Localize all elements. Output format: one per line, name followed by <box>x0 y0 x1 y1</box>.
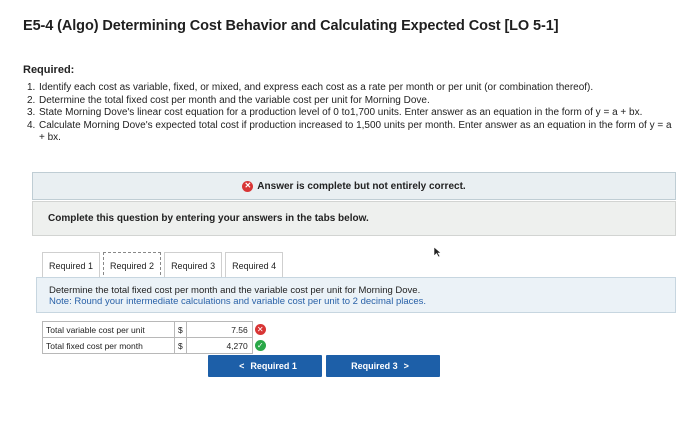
incorrect-icon: ✕ <box>242 180 254 192</box>
requirement-item: 1. Identify each cost as variable, fixed,… <box>27 82 594 93</box>
table-row: Total fixed cost per month $ 4,270 ✓ <box>42 337 271 354</box>
answer-table: Total variable cost per unit $ 7.56 ✕ To… <box>42 321 271 354</box>
requirement-item: 2. Determine the total fixed cost per mon… <box>27 94 430 106</box>
tab-required-2[interactable]: Required 2 <box>103 252 162 280</box>
chevron-left-icon: < <box>239 361 245 371</box>
question-text: Determine the total fixed cost per month… <box>49 285 421 296</box>
tab-required-3[interactable]: Required 3 <box>164 252 223 280</box>
requirements-list: 1. Identify each cost as variable, fixed,… <box>27 82 677 145</box>
tab-required-4[interactable]: Required 4 <box>225 252 284 280</box>
table-row: Total variable cost per unit $ 7.56 ✕ <box>42 321 271 338</box>
question-note: Note: Round your intermediate calculatio… <box>49 296 427 307</box>
currency-symbol: $ <box>174 321 187 338</box>
requirement-item: 3. State Morning Dove's linear cost equat… <box>27 107 643 118</box>
prev-button-label: Required 1 <box>250 361 297 371</box>
answer-status-banner: ✕ Answer is complete but not entirely co… <box>32 172 676 200</box>
requirement-tabs: Required 1 Required 2 Required 3 Require… <box>42 252 286 280</box>
chevron-right-icon: > <box>403 361 409 371</box>
answer-label: Total variable cost per unit <box>42 321 175 338</box>
mouse-cursor-icon <box>433 246 442 258</box>
variable-cost-input[interactable]: 7.56 <box>185 321 253 338</box>
requirement-item: 4. Calculate Morning Dove's expected tota… <box>27 119 672 144</box>
tab-required-1[interactable]: Required 1 <box>42 252 101 280</box>
page-title: E5-4 (Algo) Determining Cost Behavior an… <box>23 18 559 34</box>
instruction-text: Complete this question by entering your … <box>48 213 369 224</box>
currency-symbol: $ <box>174 337 187 354</box>
answer-label: Total fixed cost per month <box>42 337 175 354</box>
correct-icon: ✓ <box>254 340 266 352</box>
prev-required-button[interactable]: < Required 1 <box>208 355 322 377</box>
instruction-box: Complete this question by entering your … <box>32 201 676 236</box>
question-box: Determine the total fixed cost per month… <box>36 277 676 313</box>
incorrect-icon: ✕ <box>254 324 266 336</box>
answer-status-text: Answer is complete but not entirely corr… <box>257 180 466 192</box>
fixed-cost-input[interactable]: 4,270 <box>185 337 253 354</box>
required-heading: Required: <box>23 64 75 76</box>
next-required-button[interactable]: Required 3 > <box>326 355 440 377</box>
next-button-label: Required 3 <box>351 361 398 371</box>
